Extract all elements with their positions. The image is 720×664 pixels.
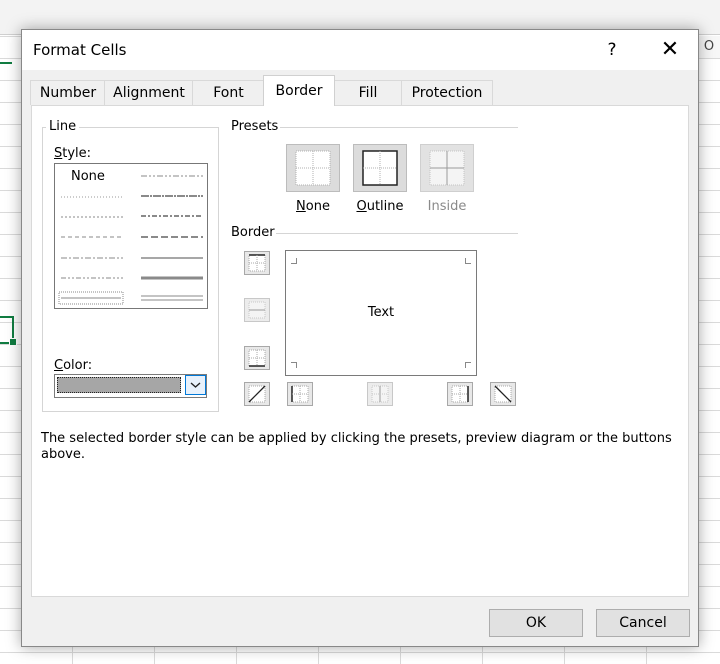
color-label-text: olor:: [63, 358, 93, 373]
border-inside-vertical-button[interactable]: [367, 382, 393, 406]
border-left-button[interactable]: [287, 382, 313, 406]
corner-mark: [465, 362, 471, 368]
preset-outline-button[interactable]: [353, 144, 407, 192]
format-cells-dialog: Format Cells ? ✕ Number Alignment Font B…: [21, 29, 699, 647]
line-style-swatches[interactable]: [55, 164, 207, 308]
diagonal-down-icon: [494, 385, 512, 403]
border-diagonal-down-button[interactable]: [490, 382, 516, 406]
title-bar: Format Cells ? ✕: [22, 30, 698, 70]
line-style-list[interactable]: None: [54, 163, 208, 309]
tab-alignment[interactable]: Alignment: [104, 80, 194, 105]
column-header-o[interactable]: O: [697, 36, 720, 58]
diagonal-up-icon: [248, 385, 266, 403]
preset-none-button[interactable]: [286, 144, 340, 192]
preset-outline-accesskey: O: [356, 199, 367, 214]
color-swatch: [57, 377, 181, 393]
border-label: Border: [228, 225, 278, 240]
cancel-button[interactable]: Cancel: [596, 609, 690, 637]
preset-outline-icon: [362, 150, 398, 186]
line-group-label: Line: [46, 119, 80, 134]
help-button[interactable]: ?: [598, 38, 626, 62]
preset-inside-label: Inside: [427, 199, 467, 214]
corner-mark: [291, 362, 297, 368]
border-inside-horizontal-icon: [248, 301, 266, 319]
border-inside-horizontal-button[interactable]: [244, 298, 270, 322]
chevron-down-icon[interactable]: [185, 375, 206, 395]
fill-handle[interactable]: [9, 338, 17, 346]
preset-none-icon: [295, 150, 331, 186]
tab-font[interactable]: Font: [192, 80, 265, 105]
preset-none-label-text: one: [305, 199, 330, 214]
color-label-accesskey: C: [54, 358, 64, 373]
presets-label: Presets: [228, 119, 282, 134]
border-left-icon: [291, 385, 309, 403]
border-divider: [276, 233, 518, 234]
border-right-icon: [451, 385, 469, 403]
corner-mark: [465, 258, 471, 264]
border-diagonal-up-button[interactable]: [244, 382, 270, 406]
color-dropdown[interactable]: [54, 374, 207, 398]
tab-border[interactable]: Border: [263, 75, 335, 106]
style-label: Style:: [54, 146, 91, 161]
preview-text: Text: [367, 305, 395, 320]
border-inside-vertical-icon: [371, 385, 389, 403]
formula-bar-accent: [0, 62, 12, 64]
preset-inside-button[interactable]: [420, 144, 474, 192]
border-bottom-button[interactable]: [244, 346, 270, 370]
ok-button[interactable]: OK: [489, 609, 583, 637]
preset-inside-icon: [429, 150, 465, 186]
close-button[interactable]: ✕: [650, 34, 690, 66]
border-preview[interactable]: Text: [285, 250, 477, 376]
color-label: Color:: [54, 358, 92, 373]
tab-number[interactable]: Number: [30, 80, 106, 105]
preset-none-accesskey: N: [296, 199, 306, 214]
preset-outline-label-text: utline: [366, 199, 404, 214]
corner-mark: [291, 258, 297, 264]
preset-outline-label: Outline: [348, 199, 412, 214]
tab-fill[interactable]: Fill: [333, 80, 403, 105]
presets-divider: [280, 127, 518, 128]
border-right-button[interactable]: [447, 382, 473, 406]
help-text: The selected border style can be applied…: [41, 431, 672, 462]
tab-protection[interactable]: Protection: [401, 80, 493, 105]
border-bottom-icon: [248, 349, 266, 367]
border-tab-panel: Line Style: None Color: Presets None Out…: [31, 105, 689, 597]
dialog-title: Format Cells: [33, 41, 127, 59]
border-top-button[interactable]: [244, 251, 270, 275]
preset-none-label: None: [286, 199, 340, 214]
border-top-icon: [248, 254, 266, 272]
style-label-text: tyle:: [62, 146, 92, 161]
